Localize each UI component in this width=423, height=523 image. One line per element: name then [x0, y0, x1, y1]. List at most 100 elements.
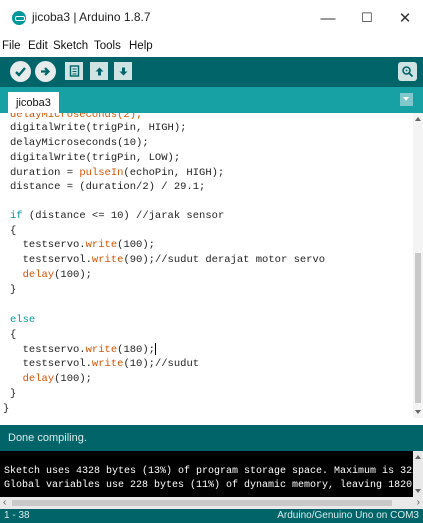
code-token: { [10, 225, 17, 237]
code-line: delayMicroseconds(2); [10, 113, 142, 122]
code-token: (100); [54, 269, 92, 281]
scroll-left-icon[interactable]: ‹ [3, 498, 6, 508]
menu-tools[interactable]: Tools [94, 40, 121, 52]
code-token: duration = [10, 167, 80, 179]
tab-menu-button[interactable] [400, 93, 413, 106]
code-token: pulseIn [79, 167, 124, 179]
code-token: (100); [54, 373, 92, 385]
code-token: (100); [117, 239, 155, 251]
code-token: testservo. [10, 343, 86, 356]
code-line: testservo.write(180); [10, 343, 156, 356]
code-line: testservol.write(10);//sudut [10, 358, 199, 371]
new-button[interactable] [65, 62, 83, 80]
code-token: (180); [117, 343, 155, 356]
menu-edit[interactable]: Edit [28, 40, 48, 52]
arduino-logo-icon [12, 11, 26, 25]
code-line: } [10, 284, 16, 297]
code-token: delayMicroseconds(10); [10, 137, 149, 149]
console-line: Sketch uses 4328 bytes (13%) of program … [4, 466, 413, 477]
open-icon [95, 67, 103, 75]
open-button[interactable] [90, 62, 108, 80]
menu-help[interactable]: Help [129, 40, 153, 52]
serial-monitor-button[interactable] [398, 62, 417, 81]
code-line: duration = pulseIn(echoPin, HIGH); [10, 167, 224, 180]
line-number: 1 - 38 [4, 510, 30, 521]
scroll-up-icon[interactable] [415, 117, 421, 121]
code-token: digitalWrite(trigPin, HIGH); [10, 122, 187, 134]
status-message: Done compiling. [8, 432, 87, 444]
scroll-down-icon[interactable] [415, 410, 421, 414]
code-line: if (distance <= 10) //jarak sensor [10, 210, 224, 223]
tab-jicoba3[interactable]: jicoba3 [8, 92, 59, 113]
code-line: { [10, 329, 16, 342]
minimize-button[interactable]: — [310, 5, 346, 31]
board-info: Arduino/Genuino Uno on COM3 [277, 510, 419, 521]
code-token: (90);//sudut derajat motor servo [123, 254, 326, 266]
save-icon [119, 67, 127, 75]
code-token: else [10, 314, 36, 326]
code-line: digitalWrite(trigPin, LOW); [10, 152, 180, 165]
footer-bar: 1 - 38 Arduino/Genuino Uno on COM3 [0, 509, 423, 523]
code-line: else [10, 314, 35, 327]
upload-button[interactable] [35, 61, 56, 82]
code-token: write [91, 254, 124, 266]
code-token: digitalWrite(trigPin, LOW); [10, 152, 181, 164]
title-bar: jicoba3 | Arduino 1.8.7 — ☐ ✕ [0, 0, 423, 34]
menu-bar: File Edit Sketch Tools Help [0, 38, 423, 56]
code-token: } [10, 284, 17, 296]
editor-scrollbar[interactable] [413, 113, 423, 418]
code-token: delayMicroseconds(2); [10, 113, 143, 121]
code-line: distance = (duration/2) / 29.1; [10, 181, 205, 194]
editor-scroll-thumb[interactable] [415, 253, 421, 403]
status-bar: Done compiling. [0, 425, 423, 451]
code-line: testservol.write(90);//sudut derajat mot… [10, 254, 325, 267]
close-button[interactable]: ✕ [387, 5, 423, 31]
code-line: { [10, 225, 16, 238]
code-line: delay(100); [10, 373, 92, 386]
code-token: testservol. [10, 358, 92, 370]
console-horizontal-scrollbar[interactable]: ‹ › [0, 497, 423, 509]
code-editor[interactable]: delayMicroseconds(2); digitalWrite(trigP… [0, 113, 413, 418]
tab-label: jicoba3 [16, 96, 51, 109]
code-token: } [10, 388, 17, 400]
code-token: distance = (duration/2) / 29.1; [10, 181, 206, 193]
code-token: } [3, 403, 10, 415]
console-scrollbar[interactable] [413, 451, 423, 497]
code-line: } [10, 388, 16, 401]
window-title: jicoba3 | Arduino 1.8.7 [32, 10, 151, 24]
code-token: (distance <= 10) //jarak sensor [22, 210, 225, 222]
maximize-button[interactable]: ☐ [349, 5, 385, 31]
menu-file[interactable]: File [2, 40, 21, 52]
code-token: if [10, 210, 23, 222]
tab-bar: jicoba3 [0, 87, 423, 113]
scroll-right-icon[interactable]: › [417, 498, 420, 508]
code-token: delay [22, 269, 55, 281]
verify-button[interactable] [10, 61, 31, 82]
serial-monitor-icon [402, 66, 414, 78]
code-token: testservol. [10, 254, 92, 266]
code-token: write [91, 358, 124, 370]
code-token: { [10, 329, 17, 341]
menu-sketch[interactable]: Sketch [53, 40, 88, 52]
code-line: testservo.write(100); [10, 239, 155, 252]
toolbar [0, 57, 423, 87]
console-output[interactable]: Sketch uses 4328 bytes (13%) of program … [0, 451, 413, 497]
console-line: Global variables use 228 bytes (11%) of … [4, 480, 413, 491]
code-token: (echoPin, HIGH); [123, 167, 225, 179]
code-line: digitalWrite(trigPin, HIGH); [10, 122, 186, 135]
code-token: (10);//sudut [123, 358, 200, 370]
code-line: delay(100); [10, 269, 92, 282]
upload-icon [41, 67, 51, 76]
code-token: write [85, 239, 118, 251]
verify-icon [15, 67, 26, 77]
code-token: delay [22, 373, 55, 385]
horizontal-scroll-thumb[interactable] [12, 500, 392, 506]
code-token: testservo. [10, 239, 86, 251]
scroll-down-icon[interactable] [415, 489, 421, 493]
code-line: delayMicroseconds(10); [10, 137, 149, 150]
scroll-up-icon[interactable] [415, 455, 421, 459]
save-button[interactable] [114, 62, 132, 80]
text-cursor [154, 343, 156, 355]
code-token: write [85, 343, 118, 356]
new-icon [69, 65, 79, 77]
